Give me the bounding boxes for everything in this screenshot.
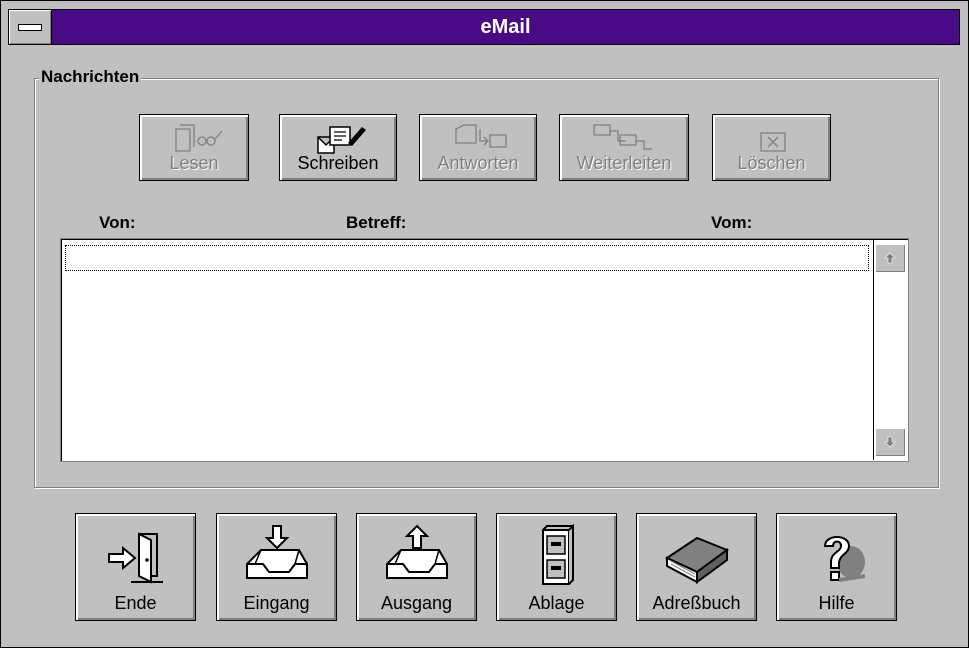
inbox-button[interactable]: Eingang [216,513,337,621]
email-window: eMail Nachrichten Lesen Schreiben Antwor… [0,0,969,648]
read-icon [140,121,248,155]
exit-button[interactable]: Ende [75,513,196,621]
system-menu-button[interactable] [9,10,52,44]
forward-button[interactable]: Weiterleiten [559,114,689,181]
window-title: eMail [52,10,959,44]
scroll-up-button[interactable] [875,244,905,272]
addressbook-button[interactable]: Adreßbuch [636,513,757,621]
message-list[interactable] [60,238,909,462]
delete-label: Löschen [737,153,806,173]
archive-button[interactable]: Ablage [496,513,617,621]
addressbook-label: Adreßbuch [652,593,741,613]
write-icon [280,121,396,155]
read-label: Lesen [169,153,219,173]
reply-icon [420,121,536,155]
reply-label: Antworten [437,153,519,173]
arrow-up-icon [884,252,896,264]
title-bar: eMail [8,9,960,45]
arrow-down-icon [884,436,896,448]
inbox-label: Eingang [243,593,310,613]
outbox-label: Ausgang [380,593,453,613]
help-question-icon [777,524,896,588]
inbox-tray-icon [217,524,336,588]
reply-button[interactable]: Antworten [419,114,537,181]
write-button[interactable]: Schreiben [279,114,397,181]
messages-group-label: Nachrichten [39,67,142,87]
help-button[interactable]: Hilfe [776,513,897,621]
column-subject[interactable]: Betreff: [346,213,406,233]
exit-door-icon [76,524,195,588]
read-button[interactable]: Lesen [139,114,249,181]
column-from[interactable]: Von: [99,213,136,233]
help-label: Hilfe [818,593,855,613]
exit-label: Ende [114,593,157,613]
delete-button[interactable]: Löschen [712,114,831,181]
write-label: Schreiben [297,153,379,173]
system-menu-icon [18,24,42,31]
forward-icon [560,121,688,155]
outbox-button[interactable]: Ausgang [356,513,477,621]
archive-label: Ablage [528,593,585,613]
scroll-down-button[interactable] [875,428,905,456]
delete-icon [713,121,830,155]
vertical-scrollbar[interactable] [873,240,907,460]
book-icon [637,524,756,588]
column-date[interactable]: Vom: [711,213,752,233]
outbox-tray-icon [357,524,476,588]
list-item[interactable] [65,245,869,271]
forward-label: Weiterleiten [576,153,672,173]
filing-cabinet-icon [497,524,616,588]
